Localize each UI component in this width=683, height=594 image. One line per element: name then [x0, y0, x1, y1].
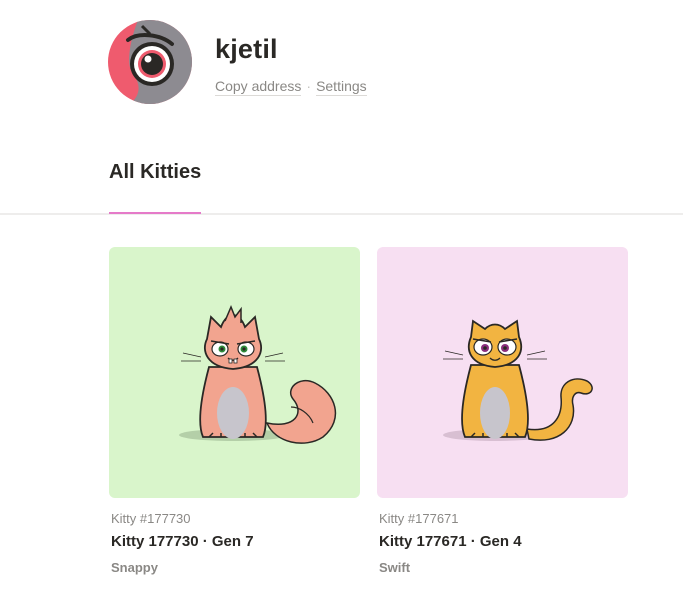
tab-all-kitties[interactable]: All Kitties: [109, 161, 201, 184]
copy-address-link[interactable]: Copy address: [215, 78, 302, 96]
kitty-name: Kitty 177730 · Gen 7: [111, 533, 254, 550]
settings-link[interactable]: Settings: [316, 78, 367, 96]
kitty-illustration: [377, 247, 628, 498]
profile-links: Copy address · Settings: [215, 78, 367, 96]
kitty-image: [109, 247, 360, 498]
kitty-status: Snappy: [111, 560, 158, 575]
tab-divider: [0, 213, 683, 215]
kitty-id: Kitty #177671: [379, 511, 459, 526]
kitty-name: Kitty 177671 · Gen 4: [379, 533, 522, 550]
kitty-image: [377, 247, 628, 498]
kitty-illustration: [109, 247, 360, 498]
eye-avatar-icon: [108, 20, 192, 104]
kitty-card[interactable]: Kitty #177671 Kitty 177671 · Gen 4 Swift: [377, 247, 628, 575]
kitty-status: Swift: [379, 560, 411, 575]
kitty-card[interactable]: Kitty #177730 Kitty 177730 · Gen 7 Snapp…: [109, 247, 360, 575]
profile-avatar[interactable]: [108, 20, 192, 104]
active-tab-indicator: [109, 212, 201, 214]
kitty-id: Kitty #177730: [111, 511, 191, 526]
link-separator: ·: [306, 78, 312, 94]
username: kjetil: [215, 34, 278, 64]
